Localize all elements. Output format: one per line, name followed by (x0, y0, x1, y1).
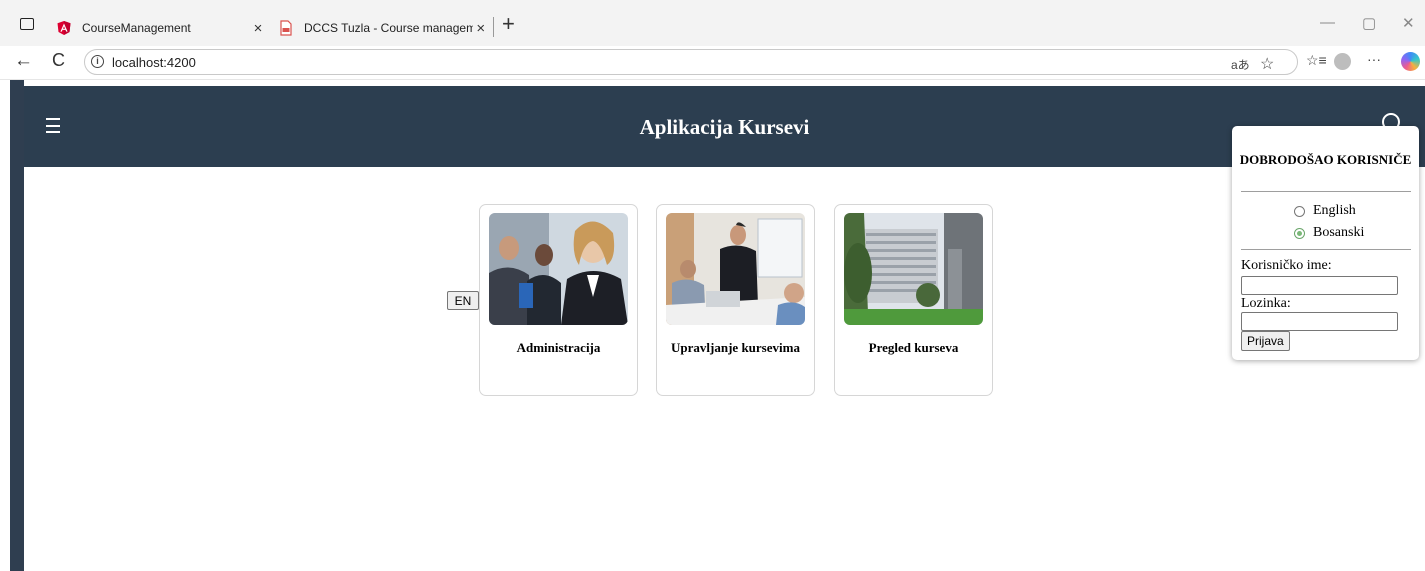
url-field[interactable]: i localhost:4200 aあ ☆ (84, 49, 1298, 75)
office-meeting-photo (666, 213, 805, 325)
card-label: Administracija (516, 340, 601, 355)
tab-close-icon[interactable]: × (250, 20, 266, 37)
radio-english[interactable] (1294, 205, 1305, 217)
language-toggle-button[interactable]: EN (447, 291, 479, 310)
language-option-english[interactable]: English (1294, 203, 1356, 219)
language-option-bosanski[interactable]: Bosanski (1294, 225, 1364, 241)
copilot-icon[interactable] (1401, 52, 1420, 71)
radio-label: English (1313, 203, 1356, 218)
username-input[interactable] (1241, 276, 1398, 295)
new-tab-button[interactable]: + (502, 11, 515, 37)
angular-icon (57, 21, 71, 35)
page-title: Aplikacija Kursevi (639, 115, 810, 139)
more-menu-icon[interactable]: ··· (1367, 51, 1381, 67)
reload-icon[interactable]: C (52, 50, 65, 71)
close-window-icon[interactable]: ✕ (1402, 14, 1415, 32)
card-upravljanje-kursevima[interactable]: Upravljanje kursevima (656, 204, 815, 396)
left-edge-bar (10, 80, 24, 571)
card-administracija[interactable]: Administracija (479, 204, 638, 396)
welcome-heading: DOBRODOŠAO KORISNIČE (1239, 152, 1412, 167)
radio-bosanski[interactable] (1294, 227, 1305, 239)
profile-avatar[interactable] (1334, 53, 1351, 70)
pdf-icon (280, 20, 292, 36)
card-label: Pregled kurseva (868, 340, 959, 355)
browser-address-bar: ← C i localhost:4200 aあ ☆ ☆≡ ··· (0, 46, 1425, 80)
read-aloud-icon[interactable]: aあ (1231, 56, 1250, 73)
back-arrow-icon[interactable]: ← (14, 50, 33, 72)
url-text[interactable]: localhost:4200 (112, 55, 196, 70)
radio-label: Bosanski (1313, 225, 1365, 240)
site-info-icon[interactable]: i (91, 55, 104, 68)
business-team-photo (489, 213, 628, 325)
divider (1241, 249, 1411, 250)
tab-title: CourseManagement (82, 21, 191, 35)
browser-tab-strip: CourseManagement × DCCS Tuzla - Course m… (0, 0, 1425, 46)
password-label: Lozinka: (1241, 296, 1291, 311)
password-input[interactable] (1241, 312, 1398, 331)
login-submit-button[interactable]: Prijava (1241, 331, 1290, 351)
tab-separator (493, 17, 494, 37)
username-label: Korisničko ime: (1241, 258, 1332, 273)
browser-tab-dccs[interactable]: DCCS Tuzla - Course managemen × (272, 10, 494, 46)
tab-close-icon[interactable]: × (473, 20, 488, 37)
campus-building-photo (844, 213, 983, 325)
divider (1241, 191, 1411, 192)
favorite-star-icon[interactable]: ☆ (1260, 54, 1274, 74)
tab-actions-icon[interactable] (20, 18, 34, 30)
maximize-icon[interactable]: ▢ (1362, 14, 1376, 32)
app-header: Aplikacija Kursevi (24, 86, 1425, 167)
card-pregled-kurseva[interactable]: Pregled kurseva (834, 204, 993, 396)
login-dropdown: DOBRODOŠAO KORISNIČE English Bosanski Ko… (1232, 126, 1419, 360)
browser-tab-coursemanagement[interactable]: CourseManagement × (50, 10, 272, 46)
favorites-icon[interactable]: ☆≡ (1306, 52, 1327, 69)
card-label: Upravljanje kursevima (671, 340, 800, 355)
tab-title: DCCS Tuzla - Course managemen (304, 21, 474, 35)
minimize-icon[interactable]: — (1320, 14, 1335, 31)
